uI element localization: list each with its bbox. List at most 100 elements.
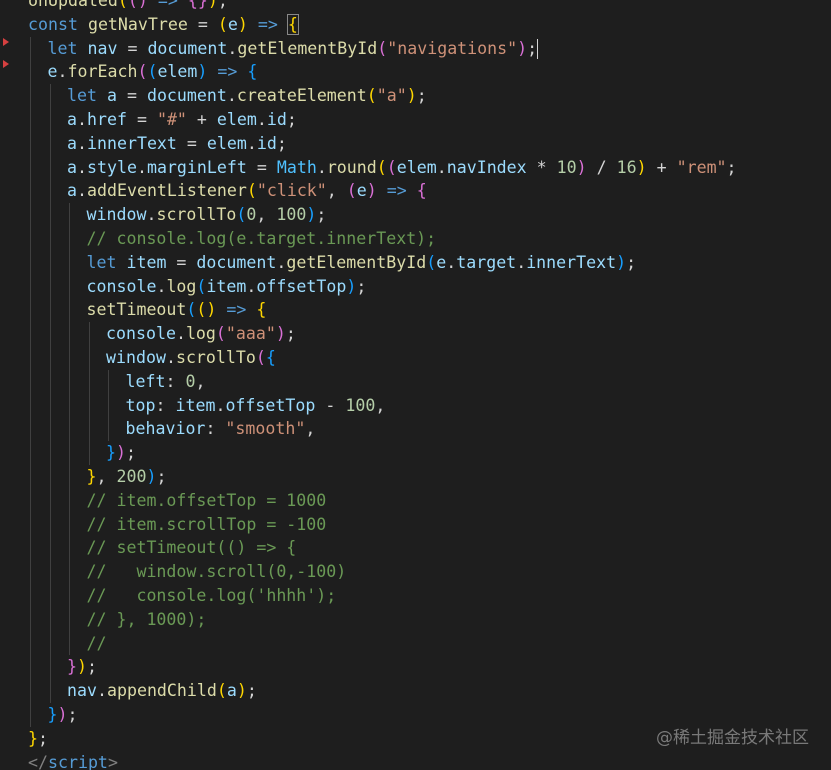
code-token: ) [406,86,417,106]
code-line[interactable]: // console.log('hhhh'); [28,583,737,608]
code-line[interactable]: behavior: "smooth", [28,417,737,442]
indent-guide [49,322,51,346]
code-token: ( [127,0,138,10]
code-token: . [226,86,237,106]
code-token: ( [346,181,357,201]
code-token: "click" [256,181,327,201]
code-token: , [375,395,386,415]
code-token: log [185,324,216,344]
code-line[interactable]: const getNavTree = (e) => { [28,13,737,37]
code-line[interactable]: }); [28,655,737,680]
code-line[interactable]: top: item.offsetTop - 100, [28,393,737,418]
code-text: console.log(item.offsetTop); [87,277,367,296]
code-line[interactable]: // item.scrollTop = -100 [28,512,737,537]
code-token: item [175,395,216,415]
code-token: setTimeout [86,300,187,320]
code-line[interactable]: let nav = document.getElementById("navig… [28,36,737,61]
indent-guide [88,441,90,465]
indent-guide [49,536,51,561]
indent-guide [88,345,90,370]
indent-guide [49,298,51,323]
indent-guide [69,464,70,489]
code-text: }); [106,443,136,462]
code-token: </ [28,752,48,770]
indent-guide [69,226,70,251]
code-line[interactable]: left: 0, [28,369,737,394]
indent-guide [30,250,31,275]
code-token: . [316,157,327,177]
code-line[interactable]: // [28,631,737,656]
code-token: scrollTo [175,347,256,367]
code-text: let a = document.createElement("a"); [67,86,427,105]
code-token: document [196,252,277,272]
code-text: // item.offsetTop = 1000 [87,491,327,510]
code-token: "smooth" [225,419,306,439]
code-line[interactable]: // item.offsetTop = 1000 [28,488,737,513]
chevron-right-icon[interactable] [3,38,9,46]
code-token: createElement [236,86,367,106]
code-line[interactable]: let a = document.createElement("a"); [28,84,737,108]
code-line[interactable]: // window.scroll(0,-100) [28,560,737,584]
code-line[interactable]: a.href = "#" + elem.id; [28,107,737,132]
code-token: let [67,86,107,106]
code-line[interactable]: }); [28,441,737,465]
code-editor[interactable]: onUpdated(() => {}); const getNavTree = (… [0,0,831,770]
code-line[interactable]: onUpdated(() => {}); [28,0,737,13]
code-text: // console.log(e.target.innerText); [87,229,437,248]
code-token: ; [87,657,97,677]
code-line[interactable]: setTimeout(() => { [28,298,737,323]
chevron-right-icon[interactable] [3,60,9,68]
code-token: { [286,13,299,35]
indent-guide [30,155,31,180]
code-token: ) [146,466,157,486]
code-token: ) [576,157,587,177]
code-token: elem [216,109,257,129]
code-token: ) [616,252,627,272]
code-token: round [326,157,377,177]
code-line[interactable]: nav.appendChild(a); [28,679,737,703]
code-area[interactable]: onUpdated(() => {}); const getNavTree = (… [28,0,737,770]
code-token: + [646,157,677,177]
code-token: ( [255,347,266,367]
code-line[interactable]: a.addEventListener("click", (e) => { [28,179,737,204]
code-line[interactable]: let item = document.getElementById(e.tar… [28,250,737,275]
code-line[interactable]: }; [28,727,737,751]
code-text: const getNavTree = (e) => { [28,13,299,35]
code-text: }); [48,705,78,724]
indent-guide [49,488,51,513]
code-token: . [136,157,147,177]
code-line[interactable]: // setTimeout(() => { [28,536,737,561]
code-line[interactable]: a.innerText = elem.id; [28,131,737,156]
code-token: // console.log(e.target.innerText); [86,228,437,248]
code-line[interactable]: console.log("aaa"); [28,322,737,346]
code-token: . [57,62,68,82]
indent-guide [108,369,109,394]
code-line[interactable]: console.log(item.offsetTop); [28,274,737,299]
indent-guide [30,107,31,132]
code-token: . [276,252,287,272]
code-line[interactable]: // }, 1000); [28,607,737,632]
indent-guide [30,179,31,204]
code-line[interactable]: a.style.marginLeft = Math.round((elem.na… [28,155,737,180]
indent-guide [49,512,51,537]
code-text: e.forEach((elem) => { [48,62,258,81]
code-token: a [106,86,117,106]
code-line[interactable]: }); [28,702,737,727]
code-line[interactable]: e.forEach((elem) => { [28,60,737,85]
code-line[interactable]: window.scrollTo(0, 100); [28,203,737,227]
code-line[interactable]: window.scrollTo({ [28,345,737,370]
indent-guide [30,560,31,584]
code-line[interactable]: </script> [28,751,737,770]
indent-guide [30,369,31,394]
code-token: => [207,62,248,82]
code-line[interactable]: }, 200); [28,464,737,489]
code-token: // item.scrollTop = -100 [86,514,327,534]
code-token: script [47,752,108,770]
code-token: let [86,252,127,272]
code-text: // window.scroll(0,-100) [87,562,347,581]
code-line[interactable]: // console.log(e.target.innerText); [28,226,737,251]
code-token: . [156,276,167,296]
code-token: ; [126,443,136,463]
indent-guide [49,417,51,442]
code-token: ( [217,14,228,34]
